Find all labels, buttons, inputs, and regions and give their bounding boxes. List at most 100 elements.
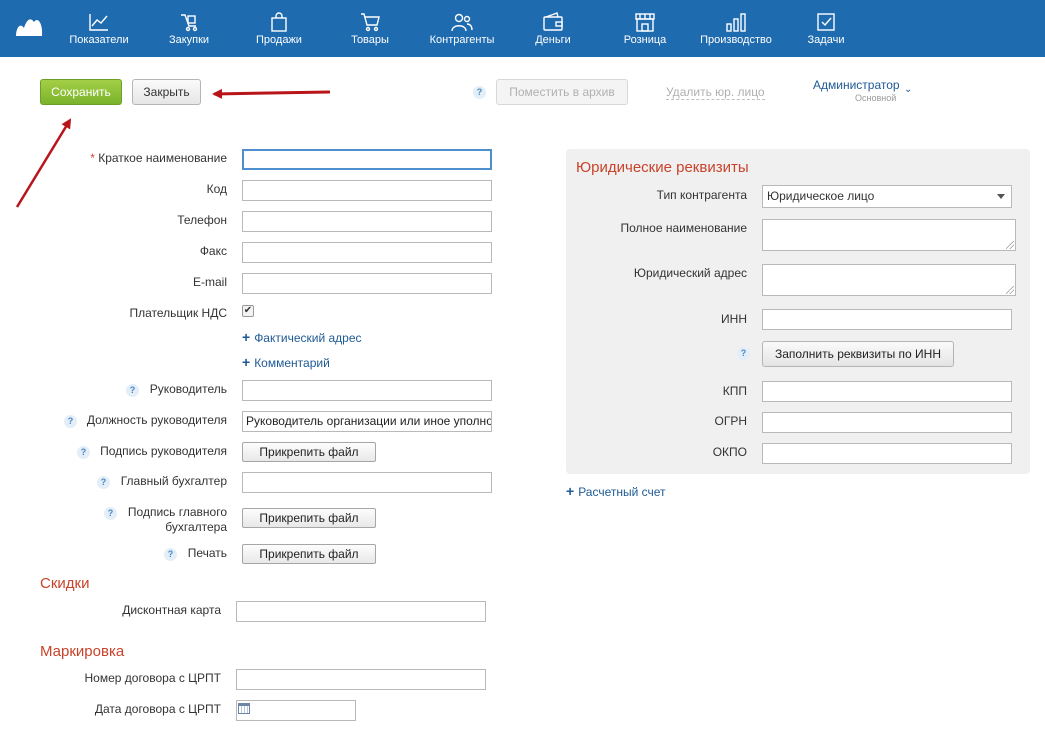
resize-grip-icon[interactable]	[1006, 241, 1014, 249]
ogrn-input[interactable]	[762, 412, 1012, 433]
contract-date-input[interactable]	[236, 700, 356, 721]
arrow-to-save-button	[15, 118, 72, 208]
nav-item-tasks[interactable]: Задачи	[796, 0, 856, 57]
calendar-icon[interactable]	[238, 703, 250, 714]
nav-label: Контрагенты	[429, 34, 495, 46]
director-label: Руководитель	[149, 382, 227, 396]
fax-input[interactable]	[242, 242, 492, 263]
arrow-to-close-button	[212, 88, 331, 99]
legal-address-textarea[interactable]	[762, 264, 1016, 296]
contacts-icon	[451, 13, 473, 32]
plus-icon: +	[566, 483, 575, 499]
nav-item-goods[interactable]: Товары	[340, 0, 400, 57]
vat-payer-checkbox[interactable]: ✔	[242, 305, 254, 317]
close-button[interactable]: Закрыть	[132, 79, 201, 105]
code-input[interactable]	[242, 180, 492, 201]
chief-accountant-label: Главный бухгалтер	[120, 474, 227, 488]
contract-date-label: Дата договора с ЦРПТ	[94, 702, 221, 716]
nav-label: Закупки	[168, 34, 210, 46]
comment-link: Комментарий	[254, 356, 330, 370]
inn-input[interactable]	[762, 309, 1012, 330]
counterparty-type-value: Юридическое лицо	[767, 189, 875, 203]
counterparty-type-select[interactable]: Юридическое лицо	[762, 185, 1012, 208]
chief-accountant-input[interactable]	[242, 472, 492, 493]
contract-number-input[interactable]	[236, 669, 486, 690]
legal-details-title: Юридические реквизиты	[576, 159, 749, 176]
top-nav: Показатели Закупки Продажи Товары Контра…	[0, 0, 1045, 57]
nav-item-purchases[interactable]: Закупки	[159, 0, 219, 57]
chevron-down-icon[interactable]: ⌄	[904, 84, 912, 95]
kpp-input[interactable]	[762, 381, 1012, 402]
nav-item-production[interactable]: Производство	[696, 0, 776, 57]
store-icon	[635, 13, 655, 32]
marking-section-title: Маркировка	[40, 643, 125, 660]
attach-chief-accountant-signature-button[interactable]: Прикрепить файл	[242, 508, 376, 528]
nav-label: Задачи	[807, 34, 845, 46]
plus-icon: +	[242, 354, 251, 370]
director-position-input[interactable]: Руководитель организации или иное уполно	[242, 411, 492, 432]
required-mark: *	[90, 151, 95, 165]
logo-icon[interactable]	[14, 16, 44, 38]
bank-account-expander[interactable]: + Расчетный счет	[566, 483, 666, 499]
nav-label: Розница	[623, 34, 667, 46]
tasks-icon	[817, 13, 835, 31]
director-signature-label: Подпись руководителя	[100, 444, 227, 458]
attach-director-signature-button[interactable]: Прикрепить файл	[242, 442, 376, 462]
okpo-input[interactable]	[762, 443, 1012, 464]
user-name[interactable]: Администратор	[813, 78, 900, 92]
counterparty-type-label: Тип контрагента	[656, 188, 747, 202]
nav-item-indicators[interactable]: Показатели	[64, 0, 134, 57]
chief-accountant-signature-label-line2: бухгалтера	[165, 520, 227, 534]
nav-item-sales[interactable]: Продажи	[249, 0, 309, 57]
archive-button[interactable]: Поместить в архив	[496, 79, 628, 105]
discount-card-label: Дисконтная карта	[122, 603, 221, 617]
resize-grip-icon[interactable]	[1006, 286, 1014, 294]
director-input[interactable]	[242, 380, 492, 401]
fill-by-inn-button[interactable]: Заполнить реквизиты по ИНН	[762, 341, 954, 367]
legal-address-label: Юридический адрес	[633, 266, 747, 280]
ogrn-label: ОГРН	[714, 414, 747, 428]
director-position-label: Должность руководителя	[86, 413, 227, 427]
actual-address-expander[interactable]: + Фактический адрес	[242, 329, 362, 345]
help-icon[interactable]: ?	[473, 86, 486, 99]
full-name-textarea[interactable]	[762, 219, 1016, 251]
nav-item-counterparties[interactable]: Контрагенты	[424, 0, 500, 57]
save-button[interactable]: Сохранить	[40, 79, 122, 105]
email-input[interactable]	[242, 273, 492, 294]
discount-card-input[interactable]	[236, 601, 486, 622]
vat-payer-label: Плательщик НДС	[129, 306, 227, 320]
help-icon[interactable]: ?	[126, 384, 139, 397]
attach-stamp-button[interactable]: Прикрепить файл	[242, 544, 376, 564]
nav-label: Показатели	[69, 34, 129, 46]
user-role: Основной	[855, 93, 897, 103]
actual-address-link: Фактический адрес	[254, 331, 362, 345]
okpo-label: ОКПО	[712, 445, 747, 459]
cart-icon	[361, 13, 380, 32]
nav-item-money[interactable]: Деньги	[523, 0, 583, 57]
help-icon[interactable]: ?	[64, 415, 77, 428]
plus-icon: +	[242, 329, 251, 345]
phone-input[interactable]	[242, 211, 492, 232]
bag-icon	[271, 12, 287, 32]
help-icon[interactable]: ?	[77, 446, 90, 459]
help-icon[interactable]: ?	[737, 347, 750, 360]
bank-account-link: Расчетный счет	[578, 485, 666, 499]
contract-number-label: Номер договора с ЦРПТ	[84, 671, 222, 685]
help-icon[interactable]: ?	[164, 548, 177, 561]
full-name-label: Полное наименование	[620, 221, 748, 235]
wallet-icon	[543, 12, 563, 31]
short-name-input[interactable]	[242, 149, 492, 170]
inn-label: ИНН	[721, 312, 747, 326]
short-name-label: * Краткое наименование	[90, 151, 227, 165]
nav-item-retail[interactable]: Розница	[615, 0, 675, 57]
help-icon[interactable]: ?	[97, 476, 110, 489]
short-name-label-text: Краткое наименование	[98, 151, 227, 165]
help-icon[interactable]: ?	[104, 507, 117, 520]
delete-legal-entity-link[interactable]: Удалить юр. лицо	[666, 85, 765, 100]
fax-label: Факс	[199, 244, 227, 258]
nav-label: Производство	[700, 34, 772, 46]
nav-label: Товары	[351, 34, 389, 46]
chevron-down-icon	[997, 194, 1005, 199]
comment-expander[interactable]: + Комментарий	[242, 354, 330, 370]
chart-icon	[89, 14, 108, 31]
